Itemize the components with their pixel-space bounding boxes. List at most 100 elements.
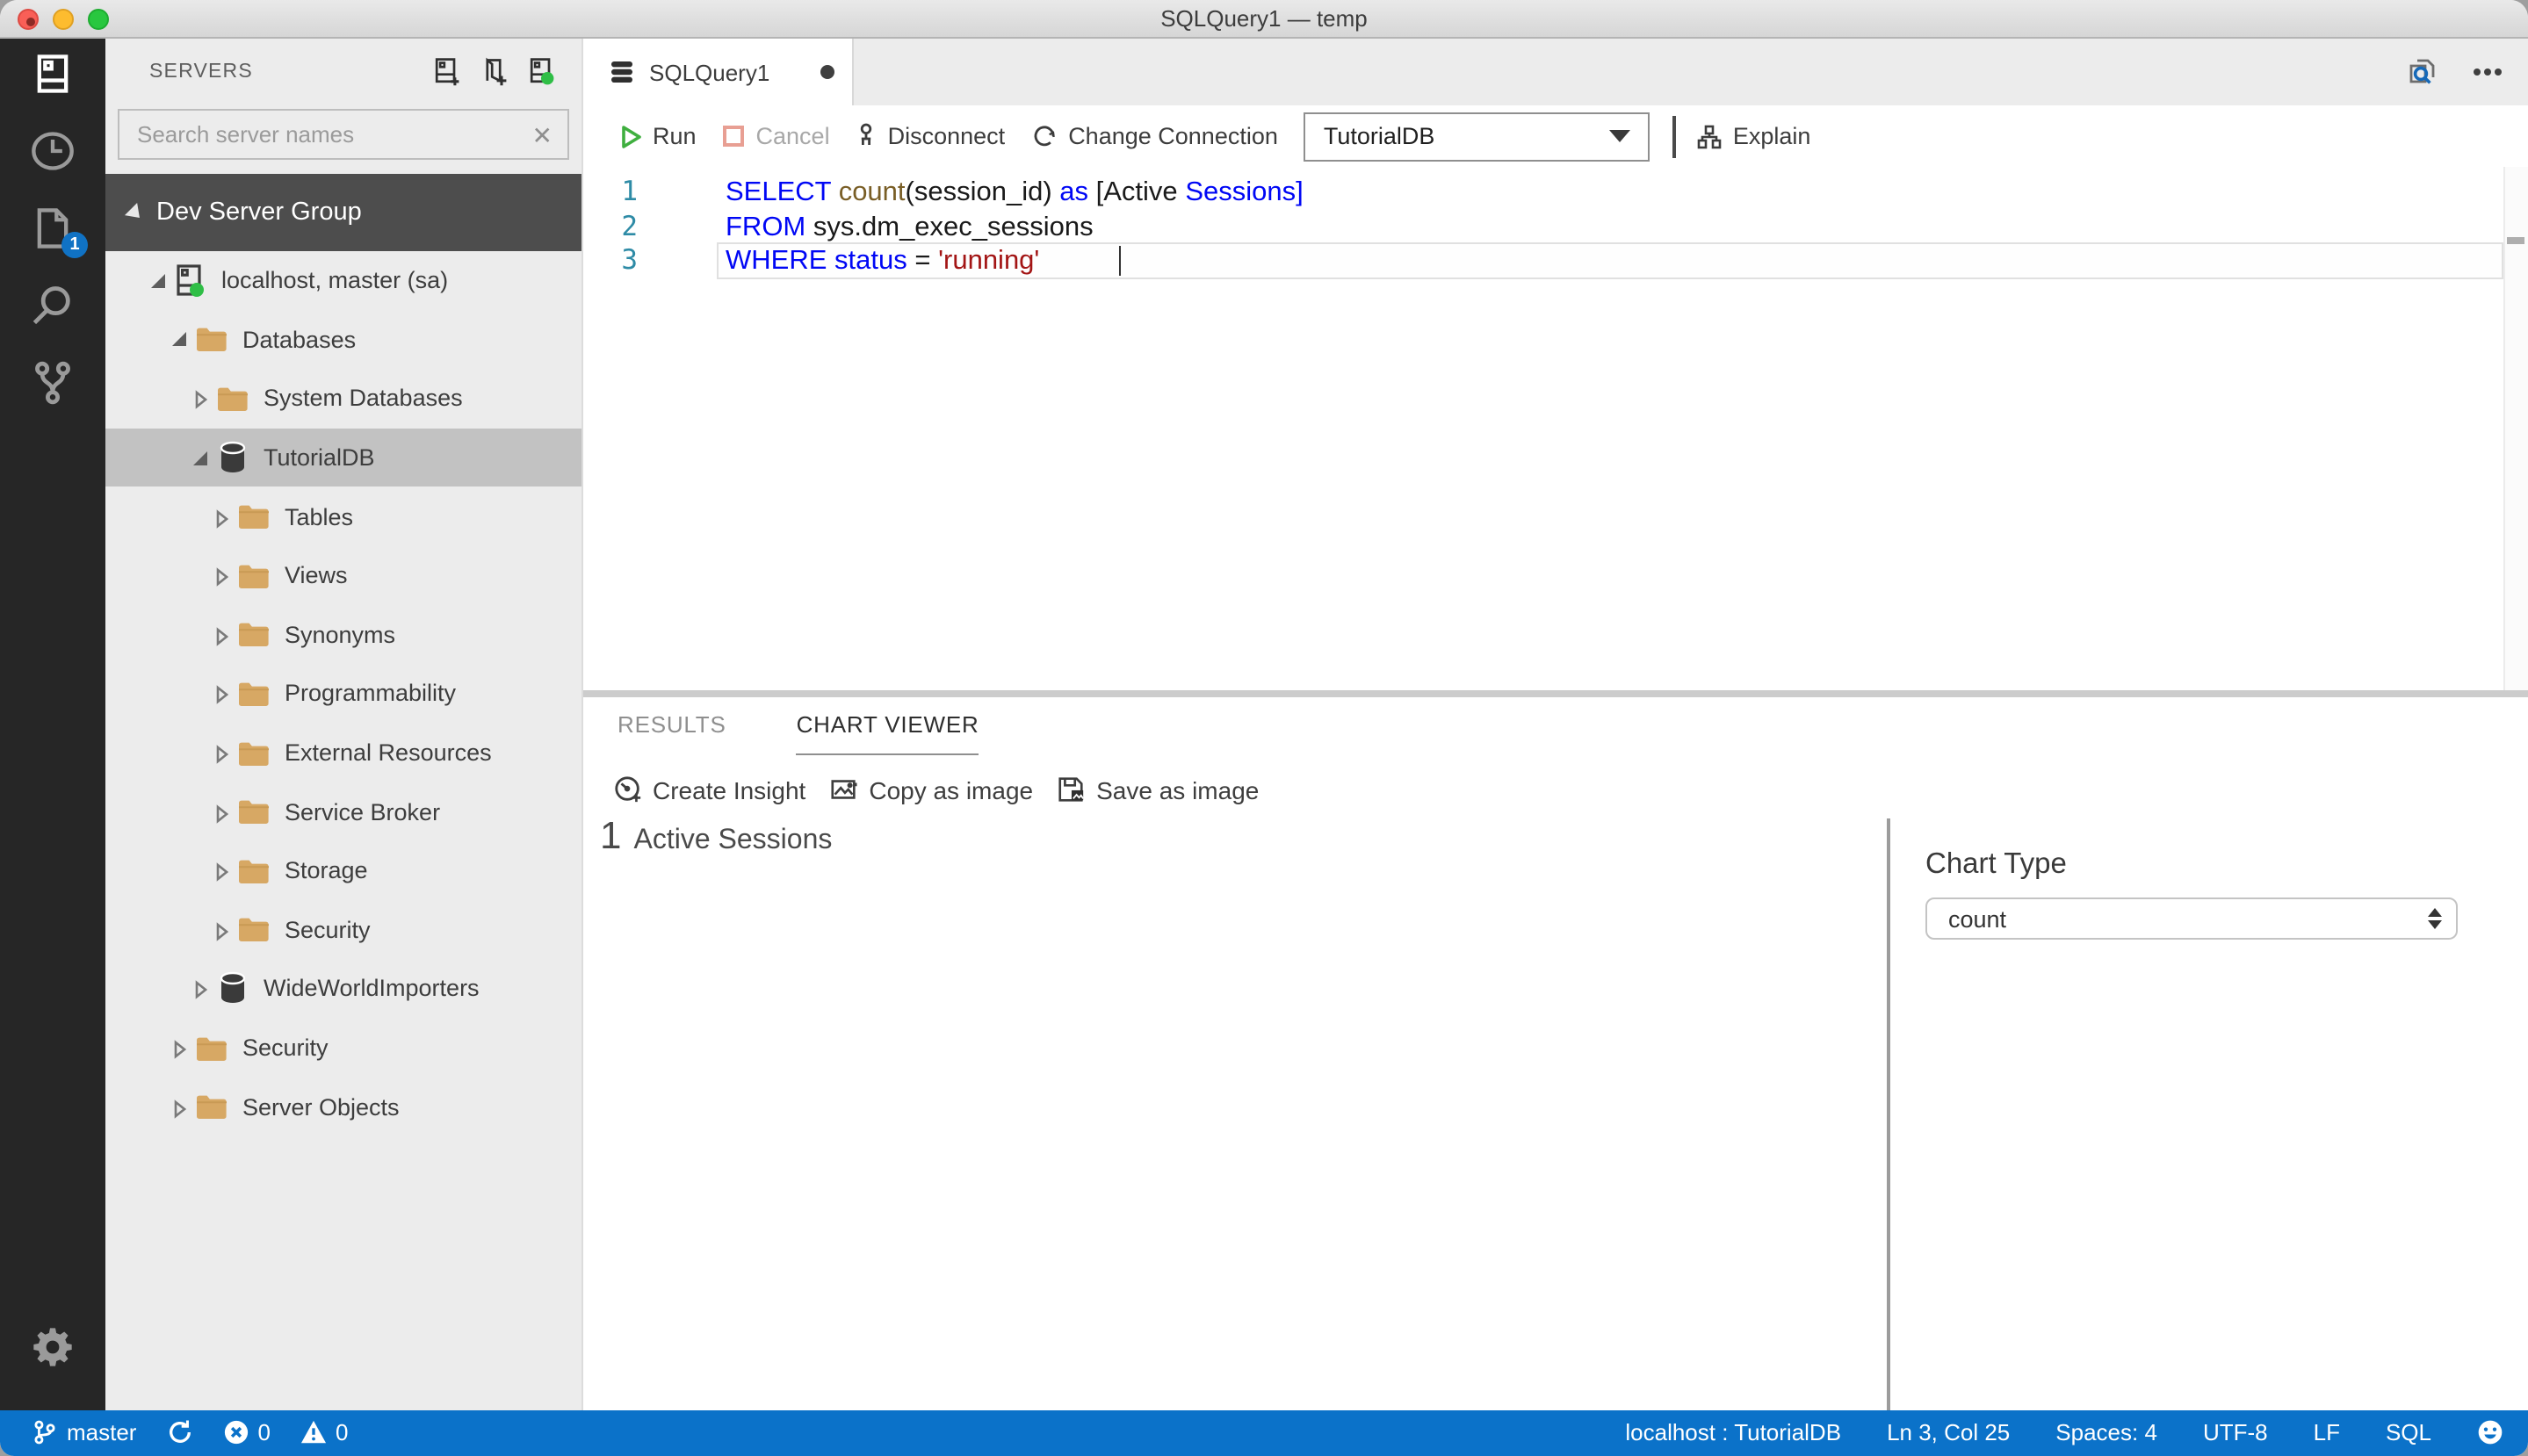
branch-icon	[32, 1420, 58, 1446]
tree-item-wideworldimporters[interactable]: WideWorldImporters	[105, 959, 581, 1018]
chart-options-divider[interactable]	[1887, 818, 1889, 1409]
expand-twistie-icon[interactable]	[211, 567, 232, 587]
tree-item-localhost-master-sa-[interactable]: localhost, master (sa)	[105, 251, 581, 310]
overview-ruler[interactable]	[2503, 167, 2528, 690]
tree-item-service-broker[interactable]: Service Broker	[105, 782, 581, 841]
insight-icon	[612, 775, 642, 804]
activity-open-editors-button[interactable]: 1	[0, 190, 105, 267]
status-errors[interactable]: 0	[222, 1420, 271, 1446]
save-as-image-button[interactable]: Save as image	[1056, 775, 1259, 804]
tree-item-views[interactable]: Views	[105, 546, 581, 605]
expand-twistie-icon[interactable]	[190, 391, 211, 410]
main-area: 1 SERVERS ✕ Dev Server Group localhost, …	[0, 39, 2528, 1409]
activity-task-history-button[interactable]	[0, 112, 105, 190]
editor-tab-bar: SQLQuery1	[582, 39, 2528, 105]
settings-button[interactable]	[0, 1308, 105, 1385]
status-connection[interactable]: localhost : TutorialDB	[1625, 1420, 1841, 1446]
collapse-twistie-icon[interactable]	[169, 332, 190, 347]
status-indentation[interactable]: Spaces: 4	[2055, 1420, 2157, 1446]
tree-item-programmability[interactable]: Programmability	[105, 664, 581, 723]
tab-sqlquery1[interactable]: SQLQuery1	[582, 39, 853, 105]
active-connections-button[interactable]	[524, 56, 556, 88]
tree-item-storage[interactable]: Storage	[105, 841, 581, 900]
status-encoding[interactable]: UTF-8	[2203, 1420, 2268, 1446]
search-input[interactable]	[134, 119, 532, 149]
tree-item-security[interactable]: Security	[105, 1018, 581, 1077]
expand-twistie-icon[interactable]	[211, 508, 232, 529]
server-group-header[interactable]: Dev Server Group	[105, 174, 581, 251]
new-connection-button[interactable]	[430, 56, 461, 88]
status-cursor-position[interactable]: Ln 3, Col 25	[1887, 1420, 2010, 1446]
status-warnings[interactable]: 0	[300, 1420, 348, 1446]
panel-tab-chart-viewer[interactable]: CHART VIEWER	[796, 711, 979, 755]
status-git-branch[interactable]: master	[32, 1420, 136, 1446]
close-button[interactable]	[18, 9, 39, 30]
code-editor[interactable]: 1 SELECT count(session_id) as [Active Ses…	[582, 167, 2528, 690]
expand-twistie-icon[interactable]	[211, 686, 232, 705]
chevron-down-icon	[1609, 130, 1631, 142]
disconnect-button[interactable]: Disconnect	[856, 123, 1005, 149]
new-server-group-button[interactable]	[477, 56, 509, 88]
tree-item-label: Security	[242, 1034, 329, 1062]
tree-item-server-objects[interactable]: Server Objects	[105, 1078, 581, 1136]
dirty-indicator-dot[interactable]	[820, 65, 834, 79]
panel-tab-results[interactable]: RESULTS	[618, 711, 726, 755]
activity-search-button[interactable]	[0, 267, 105, 344]
expand-twistie-icon[interactable]	[190, 981, 211, 1000]
folder-icon	[235, 794, 271, 829]
tree-item-label: TutorialDB	[264, 444, 375, 472]
copy-as-image-button[interactable]: Copy as image	[828, 775, 1033, 804]
tree-item-tables[interactable]: Tables	[105, 487, 581, 546]
expand-twistie-icon[interactable]	[211, 627, 232, 646]
folder-icon	[235, 735, 271, 770]
explain-button[interactable]: Explain	[1698, 123, 1810, 149]
tree-item-synonyms[interactable]: Synonyms	[105, 605, 581, 664]
clear-search-icon[interactable]: ✕	[532, 122, 553, 147]
database-select[interactable]: TutorialDB	[1304, 112, 1650, 161]
status-feedback[interactable]	[2477, 1420, 2503, 1446]
create-insight-button[interactable]: Create Insight	[612, 775, 805, 804]
chart-type-label: Chart Type	[1925, 848, 2067, 880]
status-language-mode[interactable]: SQL	[2386, 1420, 2431, 1446]
tree-item-system-databases[interactable]: System Databases	[105, 369, 581, 428]
traffic-lights	[18, 0, 109, 39]
expand-twistie-icon[interactable]	[169, 1040, 190, 1059]
expand-twistie-icon[interactable]	[211, 745, 232, 764]
tree-item-tutorialdb[interactable]: TutorialDB	[105, 428, 581, 487]
image-icon	[828, 775, 858, 804]
sidebar-title: SERVERS	[149, 61, 253, 83]
collapse-twistie-icon[interactable]	[148, 273, 169, 288]
cancel-button[interactable]: Cancel	[723, 123, 830, 149]
collapse-twistie-icon[interactable]	[190, 450, 211, 465]
more-actions-icon[interactable]	[2472, 67, 2503, 77]
panel-resize-sash[interactable]	[582, 690, 2528, 697]
titlebar: SQLQuery1 — temp	[0, 0, 2528, 39]
preview-icon[interactable]	[2405, 54, 2440, 90]
tree-item-external-resources[interactable]: External Resources	[105, 724, 581, 782]
tree-item-label: System Databases	[264, 385, 463, 412]
tree-item-label: External Resources	[285, 739, 492, 767]
zoom-button[interactable]	[88, 9, 109, 30]
chart-type-select[interactable]: count	[1925, 897, 2458, 940]
results-panel: RESULTS CHART VIEWER Create Insight Copy a…	[582, 697, 2528, 1409]
status-sync[interactable]	[166, 1420, 192, 1446]
status-eol[interactable]: LF	[2314, 1420, 2340, 1446]
expand-twistie-icon[interactable]	[211, 921, 232, 941]
servers-sidebar: SERVERS ✕ Dev Server Group localhost, ma…	[105, 39, 582, 1409]
expand-twistie-icon[interactable]	[211, 862, 232, 883]
tree-item-databases[interactable]: Databases	[105, 310, 581, 369]
clock-icon	[30, 128, 76, 174]
expand-twistie-icon[interactable]	[211, 804, 232, 823]
collapse-triangle-icon	[124, 201, 147, 224]
server-icon	[30, 51, 76, 97]
expand-twistie-icon[interactable]	[169, 1099, 190, 1118]
line-number: 2	[621, 210, 638, 241]
minimize-button[interactable]	[53, 9, 74, 30]
tree-item-label: WideWorldImporters	[264, 975, 480, 1002]
run-button[interactable]: Run	[619, 123, 697, 149]
tree-item-security[interactable]: Security	[105, 900, 581, 959]
change-connection-button[interactable]: Change Connection	[1031, 123, 1278, 149]
chart-options: Chart Type count	[1925, 848, 2488, 940]
activity-connections-button[interactable]	[0, 35, 105, 112]
activity-source-control-button[interactable]	[0, 344, 105, 422]
